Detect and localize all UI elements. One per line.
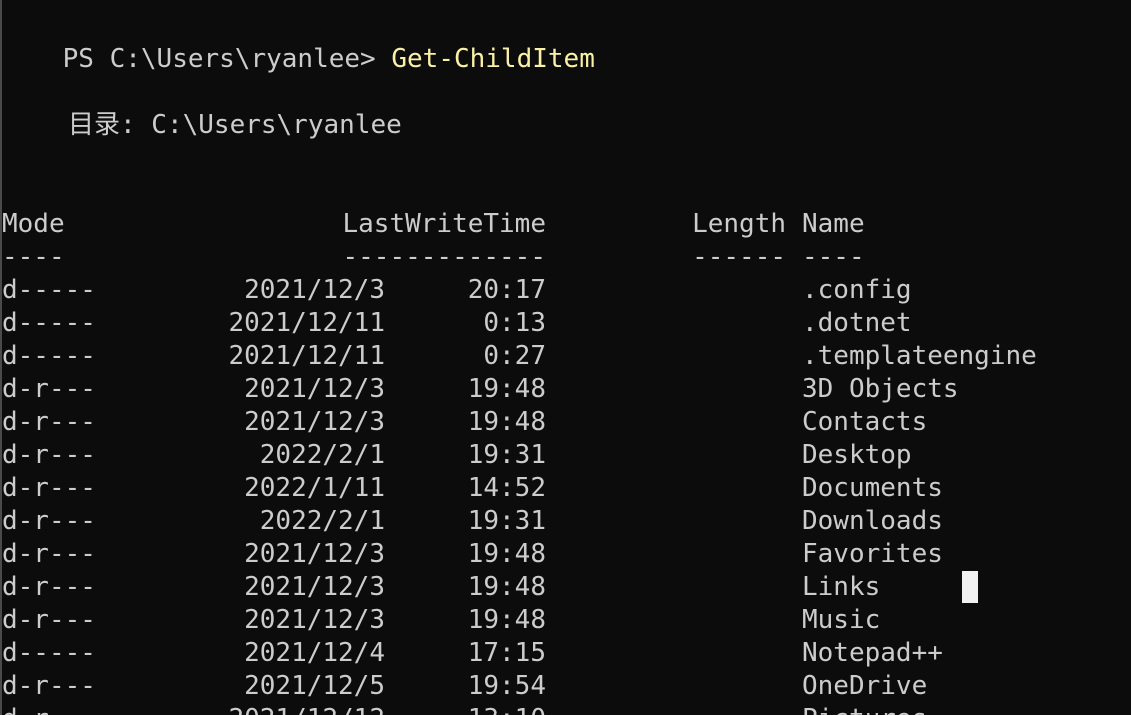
row-date: 2022/2/1 [259,506,385,536]
table-row: d-r--- 2022/2/1 19:31 Downloads [0,505,1131,538]
prompt-prefix: PS C:\Users\ryanlee> [62,44,392,74]
row-name: 3D Objects [802,374,959,404]
row-name: Pictures [802,703,927,715]
row-time: 19:48 [467,605,546,635]
row-time: 0:27 [483,341,546,371]
row-date: 2021/12/3 [244,572,385,602]
table-row: d----- 2021/12/3 20:17 .config [0,274,1131,307]
row-date: 2022/2/1 [259,440,385,470]
row-mode: d-r--- [2,671,96,701]
column-header-name: Name [802,209,865,239]
table-row: d----- 2021/12/11 0:27 .templateengine [0,340,1131,373]
row-date: 2021/12/3 [244,374,385,404]
table-row: d-r--- 2021/12/3 19:48 3D Objects [0,373,1131,406]
row-date: 2021/12/11 [228,341,385,371]
table-row: d-r--- 2022/2/1 19:31 Desktop [0,439,1131,472]
row-time: 13:10 [468,703,546,715]
table-row: d----- 2021/12/4 17:15 Notepad++ [0,637,1131,670]
row-mode: d-r--- [2,572,96,602]
powershell-console[interactable]: PS C:\Users\ryanlee> Get-ChildItem 目录: C… [0,0,1131,715]
row-name: Notepad++ [802,638,943,668]
row-date: 2021/12/3 [244,605,385,635]
table-row: d-r--- 2021/12/3 19:48 Music [0,604,1131,637]
row-mode: d----- [2,638,96,668]
divider-length: ------ [692,242,786,272]
row-time: 19:48 [467,407,546,437]
row-name: Music [802,605,881,635]
row-time: 14:52 [467,473,546,503]
column-header-mode: Mode [2,209,65,239]
table-row: d-r--- 2021/12/3 19:48 Contacts [0,406,1131,439]
row-date: 2021/12/4 [244,638,385,668]
row-mode: d----- [2,341,96,371]
row-name: OneDrive [802,671,928,701]
row-time: 19:48 [467,539,546,569]
row-time: 19:48 [467,374,546,404]
row-date: 2021/12/3 [244,275,385,305]
row-name: Downloads [802,506,943,536]
row-mode: d-r--- [2,440,96,470]
table-row: d-r--- 2022/1/11 14:52 Documents [0,472,1131,505]
row-time: 19:31 [467,440,546,470]
row-mode: d-r--- [2,539,96,569]
table-row: d-r--- 2021/12/5 19:54 OneDrive [0,670,1131,703]
row-name: Contacts [802,407,928,437]
row-name: Links [802,572,881,602]
row-time: 20:17 [467,275,546,305]
row-date: 2021/12/5 [244,671,385,701]
row-mode: d-r--- [2,703,96,715]
column-divider-row: ---- ------------- ------ ---- [0,241,1131,274]
row-date: 2021/12/3 [244,407,385,437]
row-mode: d-r--- [2,506,96,536]
prompt-command: Get-ChildItem [391,44,595,74]
row-time: 0:13 [483,308,546,338]
row-mode: d----- [2,308,96,338]
row-name: Desktop [802,440,912,470]
row-name: .templateengine [802,341,1037,371]
row-mode: d----- [2,275,96,305]
row-name: Documents [802,473,943,503]
row-name: Favorites [802,539,943,569]
row-mode: d-r--- [2,605,96,635]
prompt-line: PS C:\Users\ryanlee> Get-ChildItem [0,10,595,74]
divider-lastwritetime: ------------- [342,242,547,272]
row-mode: d-r--- [2,473,96,503]
text-cursor [962,571,978,603]
table-row: d-r--- 2021/12/12 13:10 Pictures [0,703,1131,715]
row-date: 2021/12/11 [228,308,385,338]
column-header-lastwritetime: LastWriteTime [342,209,547,239]
column-header-row: Mode LastWriteTime Length Name [0,208,1131,241]
row-date: 2022/1/11 [244,473,385,503]
divider-name: ---- [802,242,865,272]
row-name: .dotnet [802,308,912,338]
row-name: .config [802,275,912,305]
column-header-length: Length [692,209,786,239]
table-row: d-r--- 2021/12/3 19:48 Favorites [0,538,1131,571]
row-time: 19:54 [467,671,546,701]
row-mode: d-r--- [2,374,96,404]
row-mode: d-r--- [2,407,96,437]
divider-mode: ---- [2,242,65,272]
row-time: 19:31 [467,506,546,536]
directory-label: 目录: C:\Users\ryanlee [68,110,402,140]
table-row: d----- 2021/12/11 0:13 .dotnet [0,307,1131,340]
directory-header: 目录: C:\Users\ryanlee [0,109,402,142]
row-date: 2021/12/3 [244,539,385,569]
row-time: 19:48 [467,572,546,602]
row-date: 2021/12/12 [228,703,385,715]
row-time: 17:15 [467,638,546,668]
